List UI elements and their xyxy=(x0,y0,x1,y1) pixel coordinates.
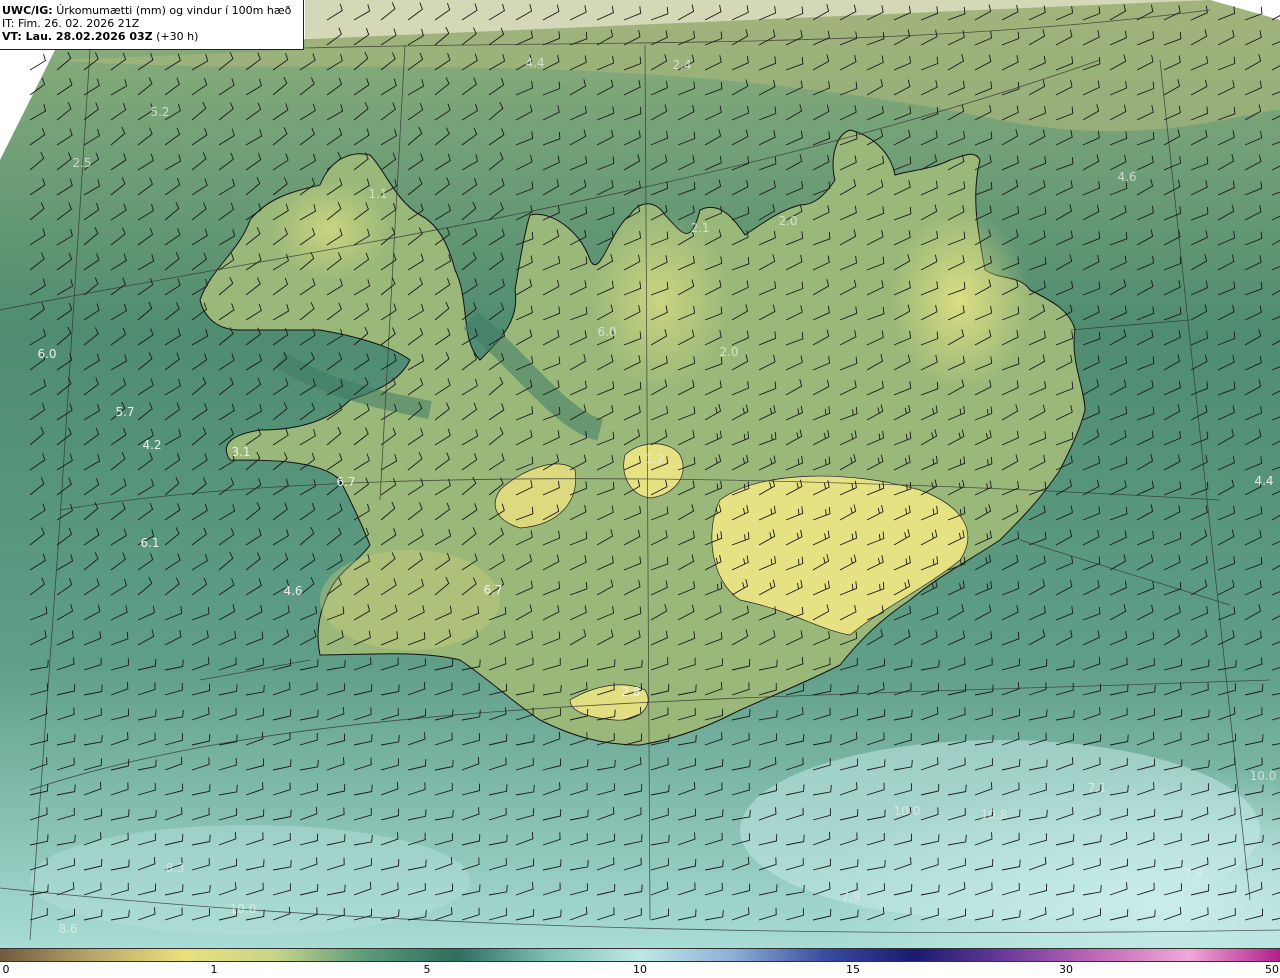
issue-time: IT: Fim. 26. 02. 2026 21Z xyxy=(2,17,140,30)
precip-value-label: 2.1 xyxy=(690,221,709,235)
precip-value-label: 8.3 xyxy=(165,861,184,875)
precip-value-label: 4.6 xyxy=(1117,170,1136,184)
precip-value-label: 7.9 xyxy=(841,890,860,904)
colorbar xyxy=(0,948,1280,962)
forecast-map: 4.4 2.4 5.2 2.5 4.6 1.1 2.1 2.0 6.0 6.0 2.0 5.7 4.2 3… xyxy=(0,0,1280,948)
precip-value-label: 7.1 xyxy=(1087,781,1106,795)
map-title: Úrkomumætti (mm) og vindur í 100m hæð xyxy=(56,4,292,17)
precip-value-label: 3.1 xyxy=(231,445,250,459)
map-legend: UWC/IG: Úrkomumætti (mm) og vindur í 100… xyxy=(0,0,304,50)
precip-value-label: 6.0 xyxy=(597,325,616,339)
precip-value-label: 2.0 xyxy=(778,214,797,228)
colorbar-tick-3: 10 xyxy=(633,963,647,976)
precip-value-label: 2.8 xyxy=(621,685,640,699)
precip-value-label: 5.2 xyxy=(150,105,169,119)
colorbar-tick-0: 0 xyxy=(2,963,10,976)
precip-value-label: 1.1 xyxy=(368,187,387,201)
precip-value-label: 10.0 xyxy=(894,804,921,818)
precip-value-label: 8.6 xyxy=(58,922,77,936)
precip-value-label: 1.2 xyxy=(645,452,664,466)
colorbar-tick-5: 30 xyxy=(1059,963,1073,976)
precip-value-label: 6.1 xyxy=(140,536,159,550)
valid-time-line: VT: Lau. 28.02.2026 03Z (+30 h) xyxy=(2,30,303,43)
precip-value-label: 5.7 xyxy=(115,405,134,419)
colorbar-tick-6: 50 xyxy=(1265,963,1279,976)
precip-value-label: 4.6 xyxy=(283,584,302,598)
precip-value-label: 10.8 xyxy=(981,808,1008,822)
valid-time: VT: Lau. 28.02.2026 03Z xyxy=(2,30,153,43)
precip-value-label: 4.4 xyxy=(525,56,544,70)
precip-value-label: 2.4 xyxy=(672,58,691,72)
colorbar-tick-2: 5 xyxy=(423,963,431,976)
precip-value-label: 10.0 xyxy=(1250,769,1277,783)
precip-value-label: 6.7 xyxy=(483,583,502,597)
precip-value-label: 6.0 xyxy=(37,347,56,361)
title-line: UWC/IG: Úrkomumætti (mm) og vindur í 100… xyxy=(2,4,303,17)
precip-value-label: 6.7 xyxy=(336,475,355,489)
colorbar-tick-4: 15 xyxy=(846,963,860,976)
precip-value-label: 4.4 xyxy=(1254,474,1273,488)
precip-value-label: 10.0 xyxy=(230,902,257,916)
precip-value-label: 4.2 xyxy=(142,438,161,452)
colorbar-tick-1: 1 xyxy=(210,963,218,976)
precip-value-label: 7.9 xyxy=(1183,866,1202,880)
lead-time: (+30 h) xyxy=(152,30,199,43)
precip-value-label: 2.5 xyxy=(72,156,91,170)
model-name: UWC/IG: xyxy=(2,4,53,17)
precip-value-label: 2.0 xyxy=(719,345,738,359)
